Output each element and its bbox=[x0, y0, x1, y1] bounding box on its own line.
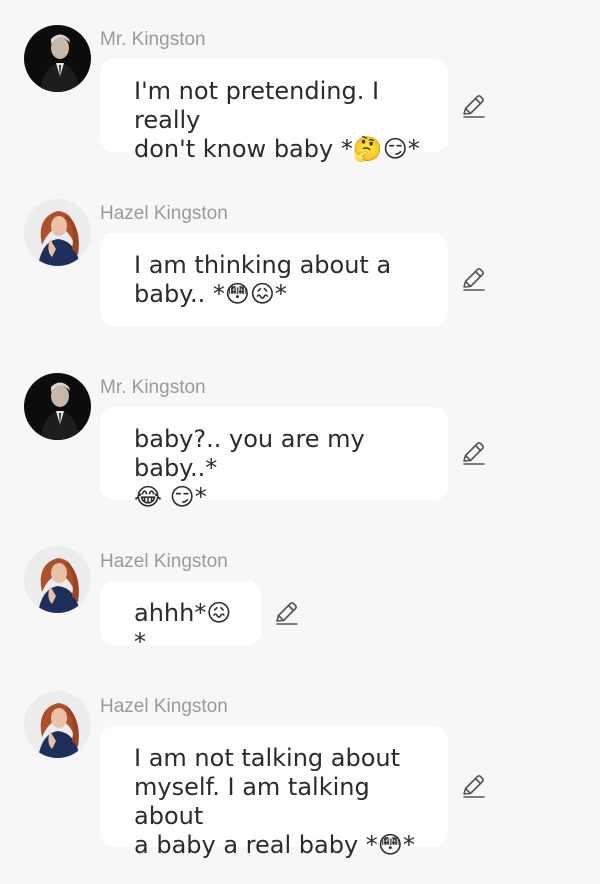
message-item: Hazel Kingston I am not talking about my… bbox=[0, 0, 600, 860]
pencil-edit-icon[interactable] bbox=[461, 773, 487, 799]
message-bubble: I am not talking about myself. I am talk… bbox=[100, 726, 448, 859]
red-haired-woman-avatar-icon bbox=[24, 691, 91, 758]
sender-name: Hazel Kingston bbox=[100, 696, 228, 717]
avatar[interactable] bbox=[24, 691, 91, 758]
